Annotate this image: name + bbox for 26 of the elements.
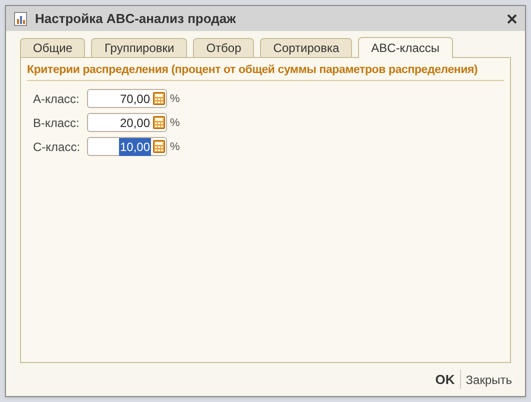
calculator-icon[interactable] bbox=[153, 92, 165, 106]
ok-button[interactable]: OK bbox=[430, 370, 461, 390]
unit-label: % bbox=[170, 140, 180, 154]
calculator-icon[interactable] bbox=[153, 140, 165, 154]
tab[interactable]: Сортировка bbox=[260, 38, 352, 57]
field-label: B-класс: bbox=[33, 114, 80, 132]
tab[interactable]: Общие bbox=[20, 38, 86, 57]
field-label: A-класс: bbox=[33, 90, 80, 108]
tab[interactable]: ABC-классы bbox=[358, 37, 452, 58]
section-title: Критерии распределения (процент от общей суммы параметров распределения) bbox=[27, 62, 504, 82]
close-icon[interactable] bbox=[507, 14, 517, 24]
field-value: 10,00 bbox=[118, 138, 151, 156]
close-button[interactable]: Закрыть bbox=[460, 370, 517, 388]
report-icon bbox=[14, 12, 27, 26]
unit-label: % bbox=[170, 116, 180, 130]
field-value: 70,00 bbox=[118, 90, 151, 108]
window-title: Настройка ABC-анализ продаж bbox=[35, 10, 237, 28]
number-field[interactable]: 20,00 bbox=[87, 113, 167, 132]
calculator-icon[interactable] bbox=[153, 116, 165, 130]
number-field[interactable]: 70,00 bbox=[87, 89, 167, 108]
number-field[interactable]: 10,00 bbox=[87, 137, 167, 156]
field-label: C-класс: bbox=[33, 138, 82, 156]
tab[interactable]: Группировки bbox=[91, 38, 188, 57]
unit-label: % bbox=[170, 92, 180, 106]
tab[interactable]: Отбор bbox=[193, 38, 254, 57]
field-value: 20,00 bbox=[118, 114, 151, 132]
